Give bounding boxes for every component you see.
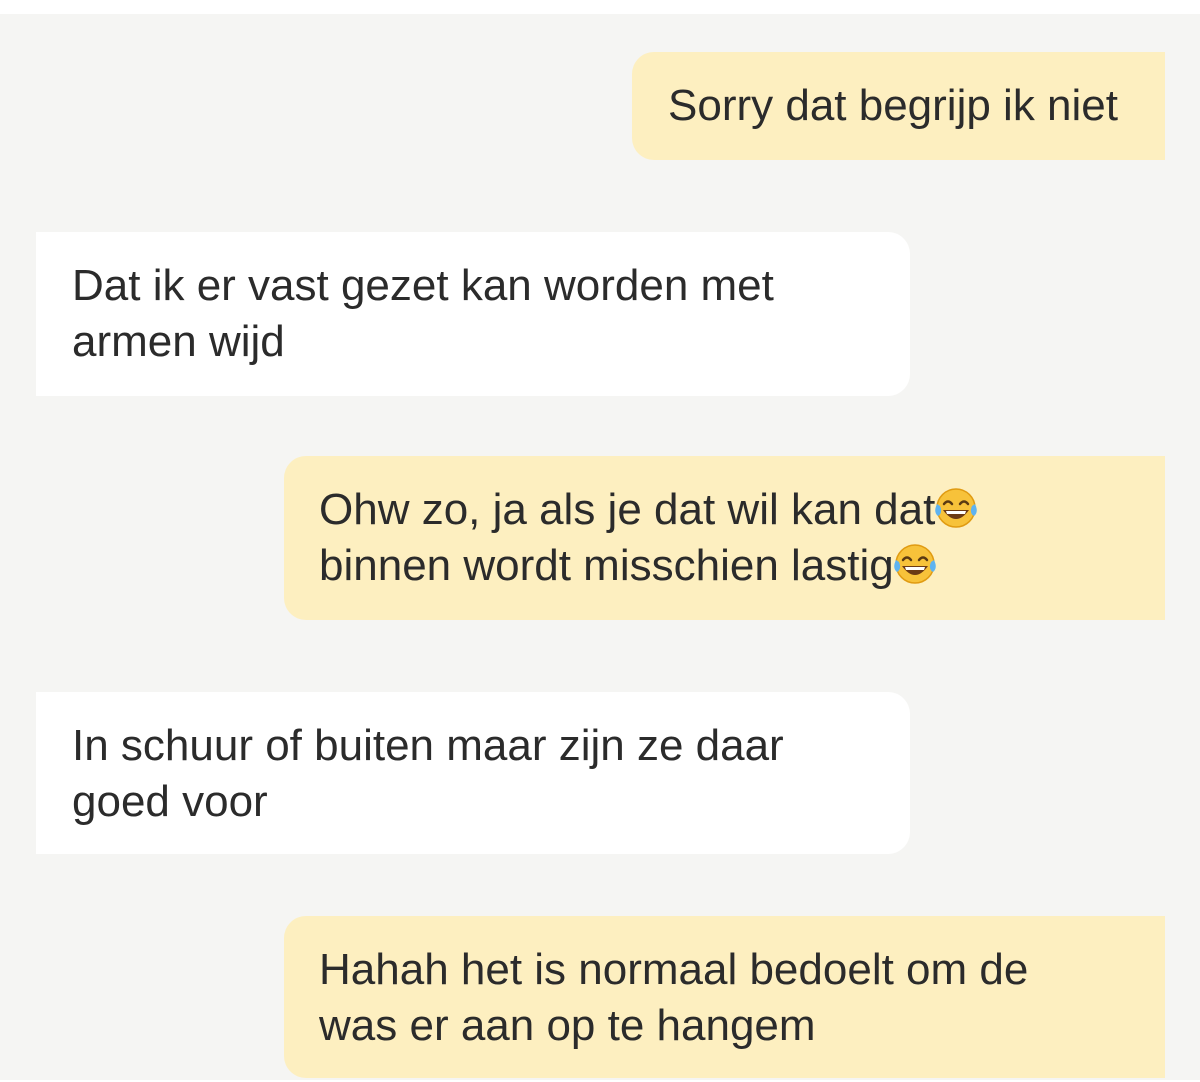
message-text-line: Hahah het is normaal bedoelt om de bbox=[319, 945, 1029, 994]
message-text-line: was er aan op te hangem bbox=[319, 1001, 816, 1050]
message-text-line: goed voor bbox=[72, 777, 268, 826]
outgoing-message-bubble[interactable]: Hahah het is normaal bedoelt om de was e… bbox=[284, 916, 1165, 1078]
outgoing-message-bubble[interactable]: Sorry dat begrijp ik niet bbox=[632, 52, 1165, 160]
message-text-line: In schuur of buiten maar zijn ze daar bbox=[72, 721, 784, 770]
incoming-message-bubble[interactable]: Dat ik er vast gezet kan worden met arme… bbox=[36, 232, 910, 396]
outgoing-message-bubble[interactable]: Ohw zo, ja als je dat wil kan dat binnen… bbox=[284, 456, 1165, 620]
message-text-line: Dat ik er vast gezet kan worden met bbox=[72, 261, 774, 310]
message-text-line: Ohw zo, ja als je dat wil kan dat bbox=[319, 482, 1165, 538]
message-text: Ohw zo, ja als je dat wil kan dat bbox=[319, 485, 936, 534]
chat-area: Sorry dat begrijp ik niet Dat ik er vast… bbox=[0, 14, 1200, 1080]
message-text-line: armen wijd bbox=[72, 317, 285, 366]
message-text-line: binnen wordt misschien lastig bbox=[319, 538, 1165, 594]
tears-of-joy-emoji-icon bbox=[893, 544, 936, 584]
message-text-line: Sorry dat begrijp ik niet bbox=[668, 81, 1118, 130]
incoming-message-bubble[interactable]: In schuur of buiten maar zijn ze daar go… bbox=[36, 692, 910, 854]
message-text: binnen wordt misschien lastig bbox=[319, 541, 894, 590]
tears-of-joy-emoji-icon bbox=[935, 488, 978, 528]
